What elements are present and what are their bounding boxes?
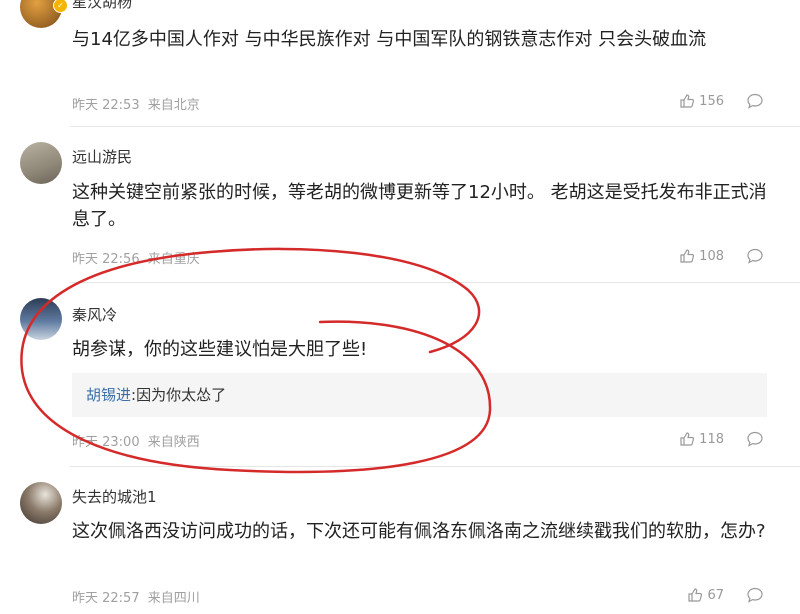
like-count: 118 <box>699 431 724 447</box>
like-count: 156 <box>699 93 724 109</box>
thumbs-up-icon <box>680 249 695 263</box>
comment-bubble-icon[interactable] <box>746 586 764 604</box>
username[interactable]: 失去的城池1 <box>72 486 157 507</box>
comment-text: 这次佩洛西没访问成功的话，下次还可能有佩洛东佩洛南之流继续戳我们的软肋，怎办? <box>72 521 766 542</box>
comment-bubble-icon[interactable] <box>746 430 764 448</box>
comment-time: 昨天 22:56 <box>72 252 140 267</box>
like-button[interactable]: 118 <box>679 431 724 447</box>
comment-location: 来自重庆 <box>147 252 200 267</box>
comment-location: 来自陕西 <box>147 435 200 450</box>
author-reply: 胡锡进:因为你太怂了 <box>72 373 767 417</box>
comment-actions: 156 <box>679 90 764 112</box>
like-count: 67 <box>707 587 724 603</box>
divider <box>70 282 800 283</box>
username[interactable]: 远山游民 <box>72 146 132 167</box>
comment-time: 昨天 23:00 <box>72 435 140 450</box>
like-button[interactable]: 67 <box>687 587 724 603</box>
reply-text: :因为你太怂了 <box>131 386 227 404</box>
username[interactable]: 秦风冷 <box>72 304 117 325</box>
comment-meta: 昨天 22:57 来自四川 <box>72 587 200 606</box>
avatar[interactable] <box>20 298 62 340</box>
comment-time: 昨天 22:53 <box>72 98 140 113</box>
divider <box>70 466 800 467</box>
reply-author-link[interactable]: 胡锡进 <box>86 386 131 404</box>
comment-meta: 昨天 22:53 来自北京 <box>72 94 200 113</box>
avatar[interactable] <box>20 142 62 184</box>
comment-text: 这种关键空前紧张的时候，等老胡的微博更新等了12小时。 老胡这是受托发布非正式消… <box>72 182 767 230</box>
username[interactable]: 星汉胡杨 <box>72 0 132 12</box>
thumbs-up-icon <box>680 432 695 446</box>
comment-text: 胡参谋，你的这些建议怕是大胆了些! <box>72 339 368 360</box>
like-button[interactable]: 108 <box>679 248 724 264</box>
comment-location: 来自四川 <box>147 591 200 606</box>
divider <box>70 126 800 127</box>
comment-actions: 118 <box>679 428 764 450</box>
thumbs-up-icon <box>680 94 695 108</box>
comment-time: 昨天 22:57 <box>72 591 140 606</box>
comment-actions: 108 <box>679 245 764 267</box>
like-count: 108 <box>699 248 724 264</box>
like-button[interactable]: 156 <box>679 93 724 109</box>
comment-actions: 67 <box>687 584 764 606</box>
comment-text: 与14亿多中国人作对 与中华民族作对 与中国军队的钢铁意志作对 只会头破血流 <box>72 29 707 50</box>
comment-bubble-icon[interactable] <box>746 92 764 110</box>
comment-location: 来自北京 <box>147 98 200 113</box>
comment-meta: 昨天 22:56 来自重庆 <box>72 248 200 267</box>
comment-meta: 昨天 23:00 来自陕西 <box>72 431 200 450</box>
comment-bubble-icon[interactable] <box>746 247 764 265</box>
thumbs-up-icon <box>688 588 703 602</box>
avatar[interactable] <box>20 482 62 524</box>
verified-badge-icon: ✓ <box>53 0 68 13</box>
